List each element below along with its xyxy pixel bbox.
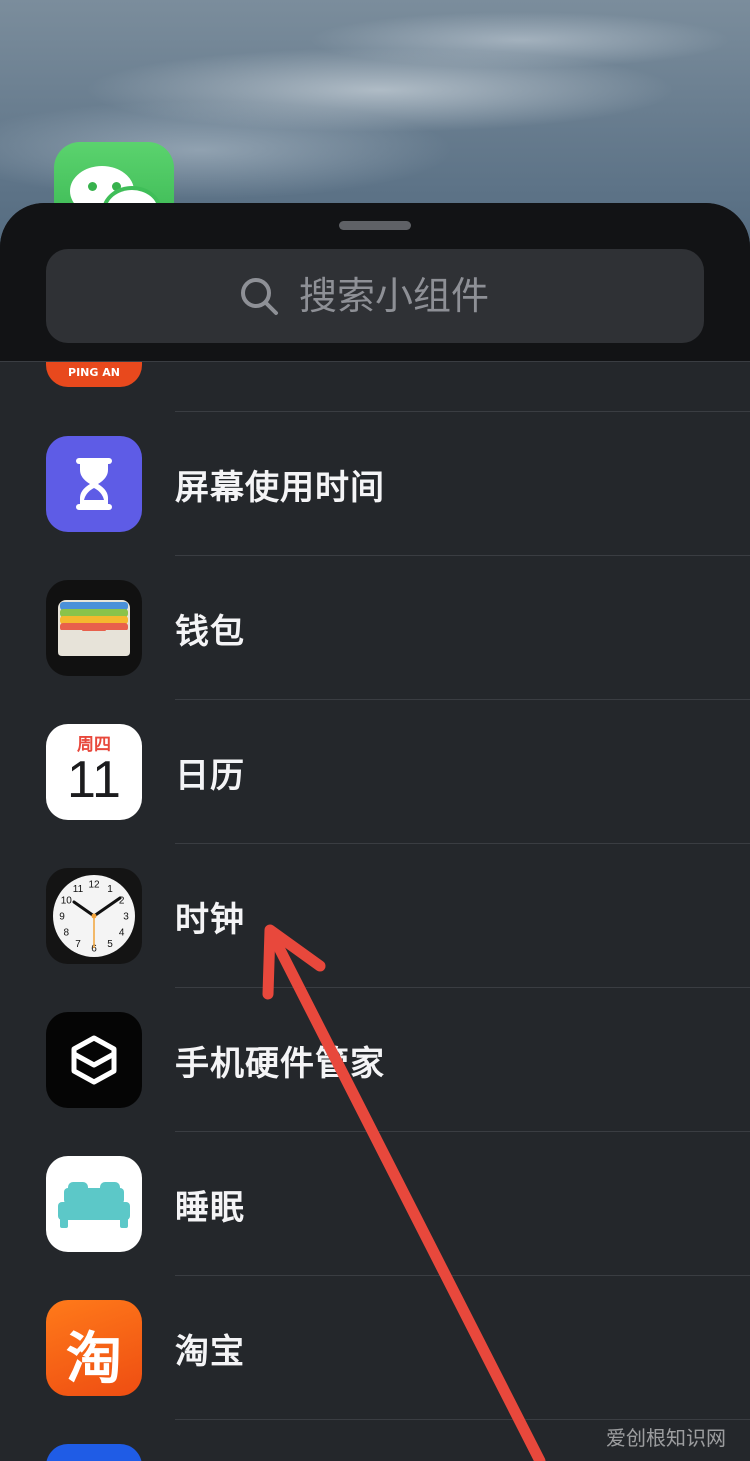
- list-item-label: 日历: [175, 756, 245, 796]
- widget-gallery-sheet: PING AN 屏幕使用时间: [0, 203, 750, 1461]
- clock-numeral: 3: [123, 912, 129, 923]
- list-item-label: 时钟: [175, 900, 245, 940]
- search-icon: [241, 278, 278, 315]
- list-item-label: 钱包: [175, 612, 245, 652]
- clock-numeral: 9: [59, 912, 65, 923]
- clock-numeral: 8: [64, 928, 70, 939]
- list-item-taobao[interactable]: 淘 淘宝: [0, 1276, 750, 1420]
- hardware-manager-icon: [46, 1012, 142, 1108]
- calendar-icon: 周四 11: [46, 724, 142, 820]
- list-item-label: 睡眠: [175, 1188, 245, 1228]
- hourglass-icon: [46, 436, 142, 532]
- search-input[interactable]: [297, 273, 511, 319]
- clock-numeral: 1: [107, 884, 113, 895]
- sheet-header: [0, 203, 750, 362]
- list-item-sleep[interactable]: 睡眠: [0, 1132, 750, 1276]
- calendar-day: 11: [67, 751, 121, 809]
- clock-numeral: 11: [73, 884, 84, 895]
- list-item-screen-time[interactable]: 屏幕使用时间: [0, 412, 750, 556]
- taobao-glyph: 淘: [66, 1327, 122, 1392]
- list-item-label: 淘宝: [175, 1332, 245, 1372]
- clock-numeral: 5: [107, 939, 113, 950]
- clock-numeral: 10: [61, 896, 73, 907]
- clock-numeral: 12: [88, 880, 100, 891]
- wallet-icon: [46, 580, 142, 676]
- search-bar[interactable]: [46, 249, 704, 343]
- wechat-eye: [88, 182, 97, 191]
- list-item-label: 手机硬件管家: [175, 1044, 385, 1084]
- wechat-eye: [112, 182, 121, 191]
- list-item-clock[interactable]: 11 10 9 8 7 6 5 4 3 2 1 12 时钟: [0, 844, 750, 988]
- list-item-wallet[interactable]: 钱包: [0, 556, 750, 700]
- bed-icon: [46, 1156, 142, 1252]
- row-divider: [175, 1419, 750, 1420]
- list-item-label: 屏幕使用时间: [175, 468, 385, 508]
- pingan-label: PING AN: [68, 366, 120, 379]
- clock-numeral: 4: [119, 928, 125, 939]
- clock-numeral: 7: [75, 939, 81, 950]
- next-app-icon-peek[interactable]: [46, 1444, 142, 1461]
- taobao-icon: 淘: [46, 1300, 142, 1396]
- list-item-calendar[interactable]: 周四 11 日历: [0, 700, 750, 844]
- list-item-hardware-manager[interactable]: 手机硬件管家: [0, 988, 750, 1132]
- sheet-grabber[interactable]: [339, 221, 411, 230]
- clock-icon: 11 10 9 8 7 6 5 4 3 2 1 12: [46, 868, 142, 964]
- watermark: 爱创根知识网: [606, 1426, 726, 1450]
